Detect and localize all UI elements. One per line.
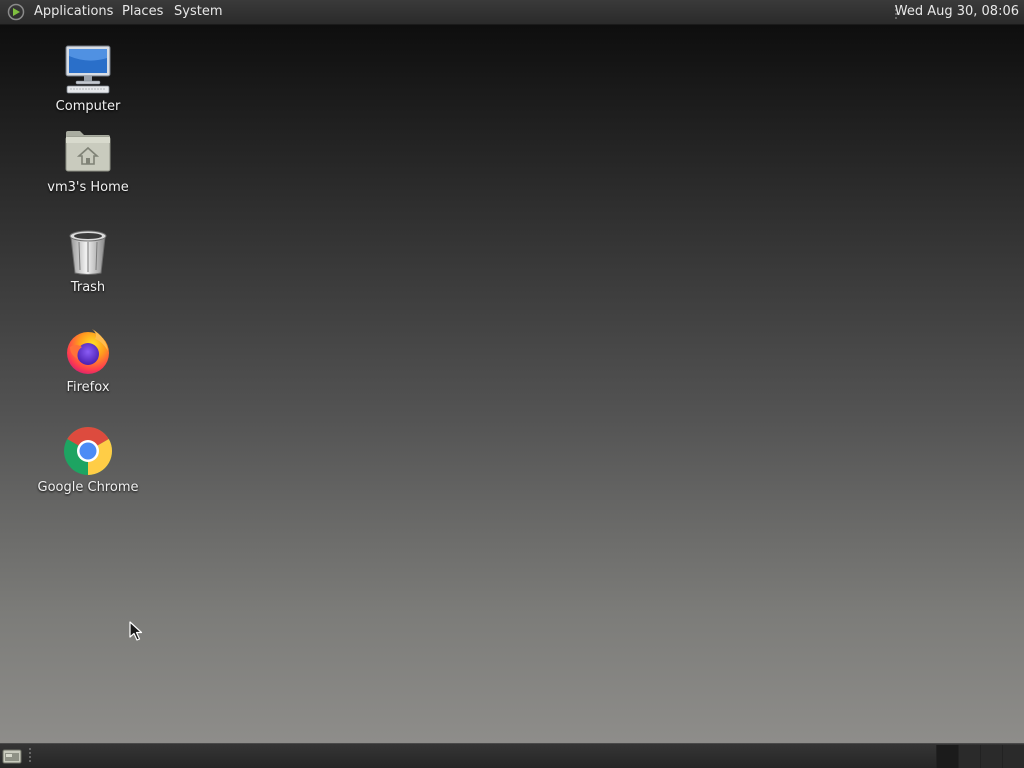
show-desktop-icon[interactable]: [2, 747, 22, 765]
mouse-pointer-icon: [129, 621, 143, 641]
desktop-icon-trash[interactable]: Trash: [28, 225, 148, 296]
applications-menu[interactable]: Applications: [34, 4, 113, 20]
desktop-icon-label: Computer: [55, 99, 121, 114]
firefox-icon: [67, 329, 109, 374]
trash-icon: [69, 230, 107, 275]
places-menu[interactable]: Places: [122, 4, 163, 20]
desktop-icon-home[interactable]: vm3's Home: [28, 125, 148, 196]
top-panel: Applications Places System Wed Aug 30, 0…: [0, 0, 1024, 25]
desktop-icon-firefox[interactable]: Firefox: [28, 325, 148, 396]
workspace-switcher-1[interactable]: [936, 745, 958, 768]
mate-logo-icon[interactable]: [6, 3, 26, 21]
desktop-icon-computer[interactable]: Computer: [28, 44, 148, 115]
home-folder-icon: [65, 131, 111, 172]
workspace-switcher-2[interactable]: [958, 745, 980, 768]
workspace-switcher-3[interactable]: [980, 745, 1002, 768]
desktop-icon-label: Firefox: [66, 380, 110, 395]
desktop-icon-chrome[interactable]: Google Chrome: [28, 425, 148, 496]
computer-icon: [65, 45, 111, 94]
bottom-panel: [0, 743, 1024, 768]
desktop[interactable]: Computer vm3's Home Trash Firefox Google…: [0, 25, 1024, 743]
desktop-icon-label: Google Chrome: [37, 480, 139, 495]
panel-drag-handle[interactable]: [28, 747, 32, 764]
workspace-switcher-4[interactable]: [1002, 745, 1024, 768]
chrome-icon: [64, 426, 113, 475]
desktop-icon-label: vm3's Home: [47, 180, 129, 195]
desktop-icon-label: Trash: [70, 280, 106, 295]
system-menu[interactable]: System: [174, 4, 222, 20]
clock[interactable]: Wed Aug 30, 08:06: [895, 4, 1019, 20]
